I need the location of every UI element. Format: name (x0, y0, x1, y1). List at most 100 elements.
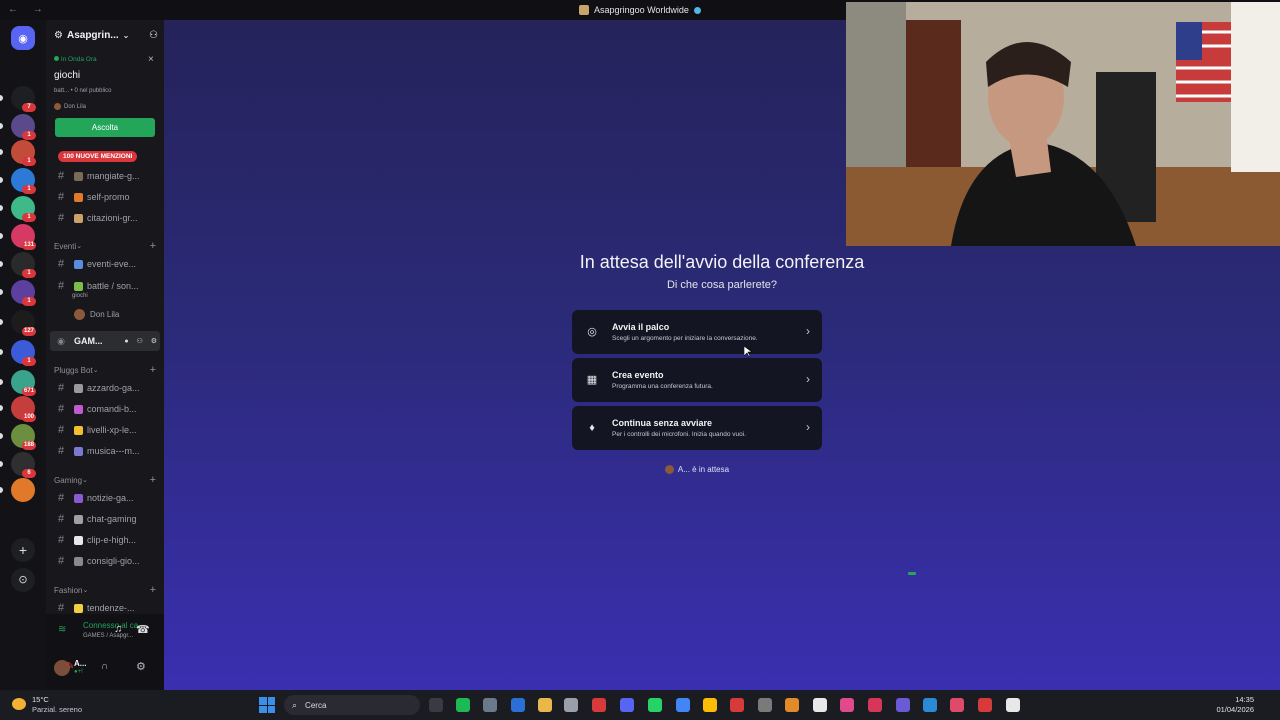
category-fashion[interactable]: Fashion ⌄ + (54, 583, 156, 597)
headphones-icon[interactable]: ∩ (101, 661, 108, 672)
add-server-icon[interactable]: + (11, 538, 35, 562)
unread-pill (0, 149, 3, 155)
stage-participant[interactable]: Don Lila (74, 309, 119, 320)
snipping-tool-icon[interactable] (564, 698, 578, 712)
whatsapp-icon[interactable] (648, 698, 662, 712)
stage-subtitle: Di che cosa parlerete? (666, 279, 778, 291)
category-eventi[interactable]: Eventi ⌄ + (54, 239, 156, 253)
channel-item[interactable]: # notizie-ga... (50, 488, 160, 508)
spotify-icon[interactable] (456, 698, 470, 712)
option-title: Crea evento (612, 370, 664, 380)
hash-icon: # (57, 534, 65, 546)
listen-button[interactable]: Ascolta (55, 118, 155, 137)
file-explorer-icon[interactable] (538, 698, 552, 712)
settings-icon[interactable] (483, 698, 497, 712)
discover-icon[interactable]: ⊙ (11, 568, 35, 592)
channel-name: livelli-xp-le... (87, 425, 137, 435)
broadcast-icon: ◎ (587, 326, 597, 338)
app-icon[interactable] (840, 698, 854, 712)
emoji-icon (74, 213, 83, 223)
tiktok-icon[interactable] (950, 698, 964, 712)
unread-pill (0, 289, 3, 295)
stage-icon: ◉ (57, 335, 65, 346)
windows-start-icon[interactable] (259, 697, 275, 713)
channel-item[interactable]: # azzardo-ga... (50, 378, 160, 398)
chevron-right-icon: › (806, 420, 810, 434)
webcam-feed (846, 2, 1280, 246)
app-icon[interactable] (813, 698, 827, 712)
taskbar-search[interactable]: ⌕ Cerca (284, 695, 420, 715)
task-view-icon[interactable] (429, 698, 443, 712)
weather-temp[interactable]: 15°C (32, 695, 49, 704)
user-tag: ●+! (74, 669, 83, 675)
channel-item[interactable]: # self-promo (50, 187, 160, 207)
discord-home-icon[interactable]: ◉ (11, 26, 35, 50)
continue-without-start-button[interactable]: ♦ Continua senza avviare Per i controlli… (572, 406, 822, 450)
channel-item[interactable]: # battle / son... (50, 276, 160, 296)
voice-panel: ≋ Connesso al ca GAMES / Asapgr... ♫ ☎ (46, 614, 164, 652)
app-icon[interactable] (868, 698, 882, 712)
app-icon[interactable] (758, 698, 772, 712)
waiting-text: A... è in attesa (677, 465, 730, 474)
mention-badge: 1 (22, 157, 36, 166)
app-icon[interactable] (978, 698, 992, 712)
channel-item[interactable]: # eventi-eve... (50, 254, 160, 274)
start-stage-button[interactable]: ◎ Avvia il palco Scegli un argomento per… (572, 310, 822, 354)
app-icon[interactable] (785, 698, 799, 712)
option-desc: Programma una conferenza futura. (612, 383, 713, 390)
close-icon[interactable]: × (148, 54, 154, 65)
channel-item[interactable]: # livelli-xp-le... (50, 420, 160, 440)
chrome-icon[interactable] (676, 698, 690, 712)
channel-name: eventi-eve... (87, 259, 137, 269)
clock-time[interactable]: 14:35 (1200, 695, 1254, 704)
channel-item[interactable]: # mangiate-g... (50, 166, 160, 186)
unread-pill (0, 487, 3, 493)
music-icon[interactable]: ♫ (114, 623, 122, 635)
avatar (664, 465, 674, 474)
unread-pill (0, 461, 3, 467)
add-channel-icon[interactable]: + (150, 584, 156, 596)
app-icon[interactable] (923, 698, 937, 712)
mention-badge: 671 (22, 387, 37, 396)
app-icon[interactable] (730, 698, 744, 712)
add-member-icon[interactable]: ⚇ (149, 30, 158, 41)
channel-actions-icon[interactable]: ● ⚇ ⚙ (124, 337, 160, 345)
live-host-name: Don Lila (64, 103, 87, 110)
add-channel-icon[interactable]: + (150, 240, 156, 252)
category-pluggs-bot[interactable]: Pluggs Bot ⌄ + (54, 363, 156, 377)
app-icon[interactable] (592, 698, 606, 712)
emoji-icon (74, 556, 83, 566)
user-settings-icon[interactable]: ⚙ (136, 660, 146, 673)
mic-muted-icon[interactable]: ✎ (66, 661, 74, 672)
create-event-button[interactable]: ▦ Crea evento Programma una conferenza f… (572, 358, 822, 402)
chrome-icon[interactable] (703, 698, 717, 712)
store-icon[interactable] (511, 698, 525, 712)
stage-channel-active[interactable]: ◉ GAM... ● ⚇ ⚙ (50, 331, 160, 351)
mention-badge: 6 (22, 469, 36, 478)
server-icon[interactable] (11, 478, 35, 502)
add-channel-icon[interactable]: + (150, 364, 156, 376)
add-channel-icon[interactable]: + (150, 474, 156, 486)
server-header[interactable]: ⚙ Asapgrin... ⌄ ⚇ (54, 28, 158, 42)
hash-icon: # (57, 445, 65, 457)
new-mentions-badge[interactable]: 100 NUOVE MENZIONI (58, 151, 138, 162)
channel-item[interactable]: # citazioni-gr... (50, 208, 160, 228)
app-icon[interactable] (896, 698, 910, 712)
category-gaming[interactable]: Gaming ⌄ + (54, 473, 156, 487)
stage-channel-name: GAM... (74, 336, 103, 346)
discord-icon[interactable] (620, 698, 634, 712)
emoji-icon (74, 192, 83, 202)
channel-item[interactable]: # chat-gaming (50, 509, 160, 529)
voice-status[interactable]: Connesso al ca (83, 621, 138, 630)
live-status: In Onda Ora (54, 56, 158, 63)
back-forward-icon[interactable]: ← → (8, 4, 49, 15)
emoji-icon (74, 281, 83, 291)
channel-item[interactable]: # clip-e-high... (50, 530, 160, 550)
channel-item[interactable]: # consigli-gio... (50, 551, 160, 571)
disconnect-icon[interactable]: ☎ (136, 623, 150, 636)
capcut-icon[interactable] (1006, 698, 1020, 712)
emoji-icon (74, 603, 83, 613)
speaking-indicator (908, 572, 916, 575)
channel-item[interactable]: # comandi-b... (50, 399, 160, 419)
channel-item[interactable]: # musica---m... (50, 441, 160, 461)
